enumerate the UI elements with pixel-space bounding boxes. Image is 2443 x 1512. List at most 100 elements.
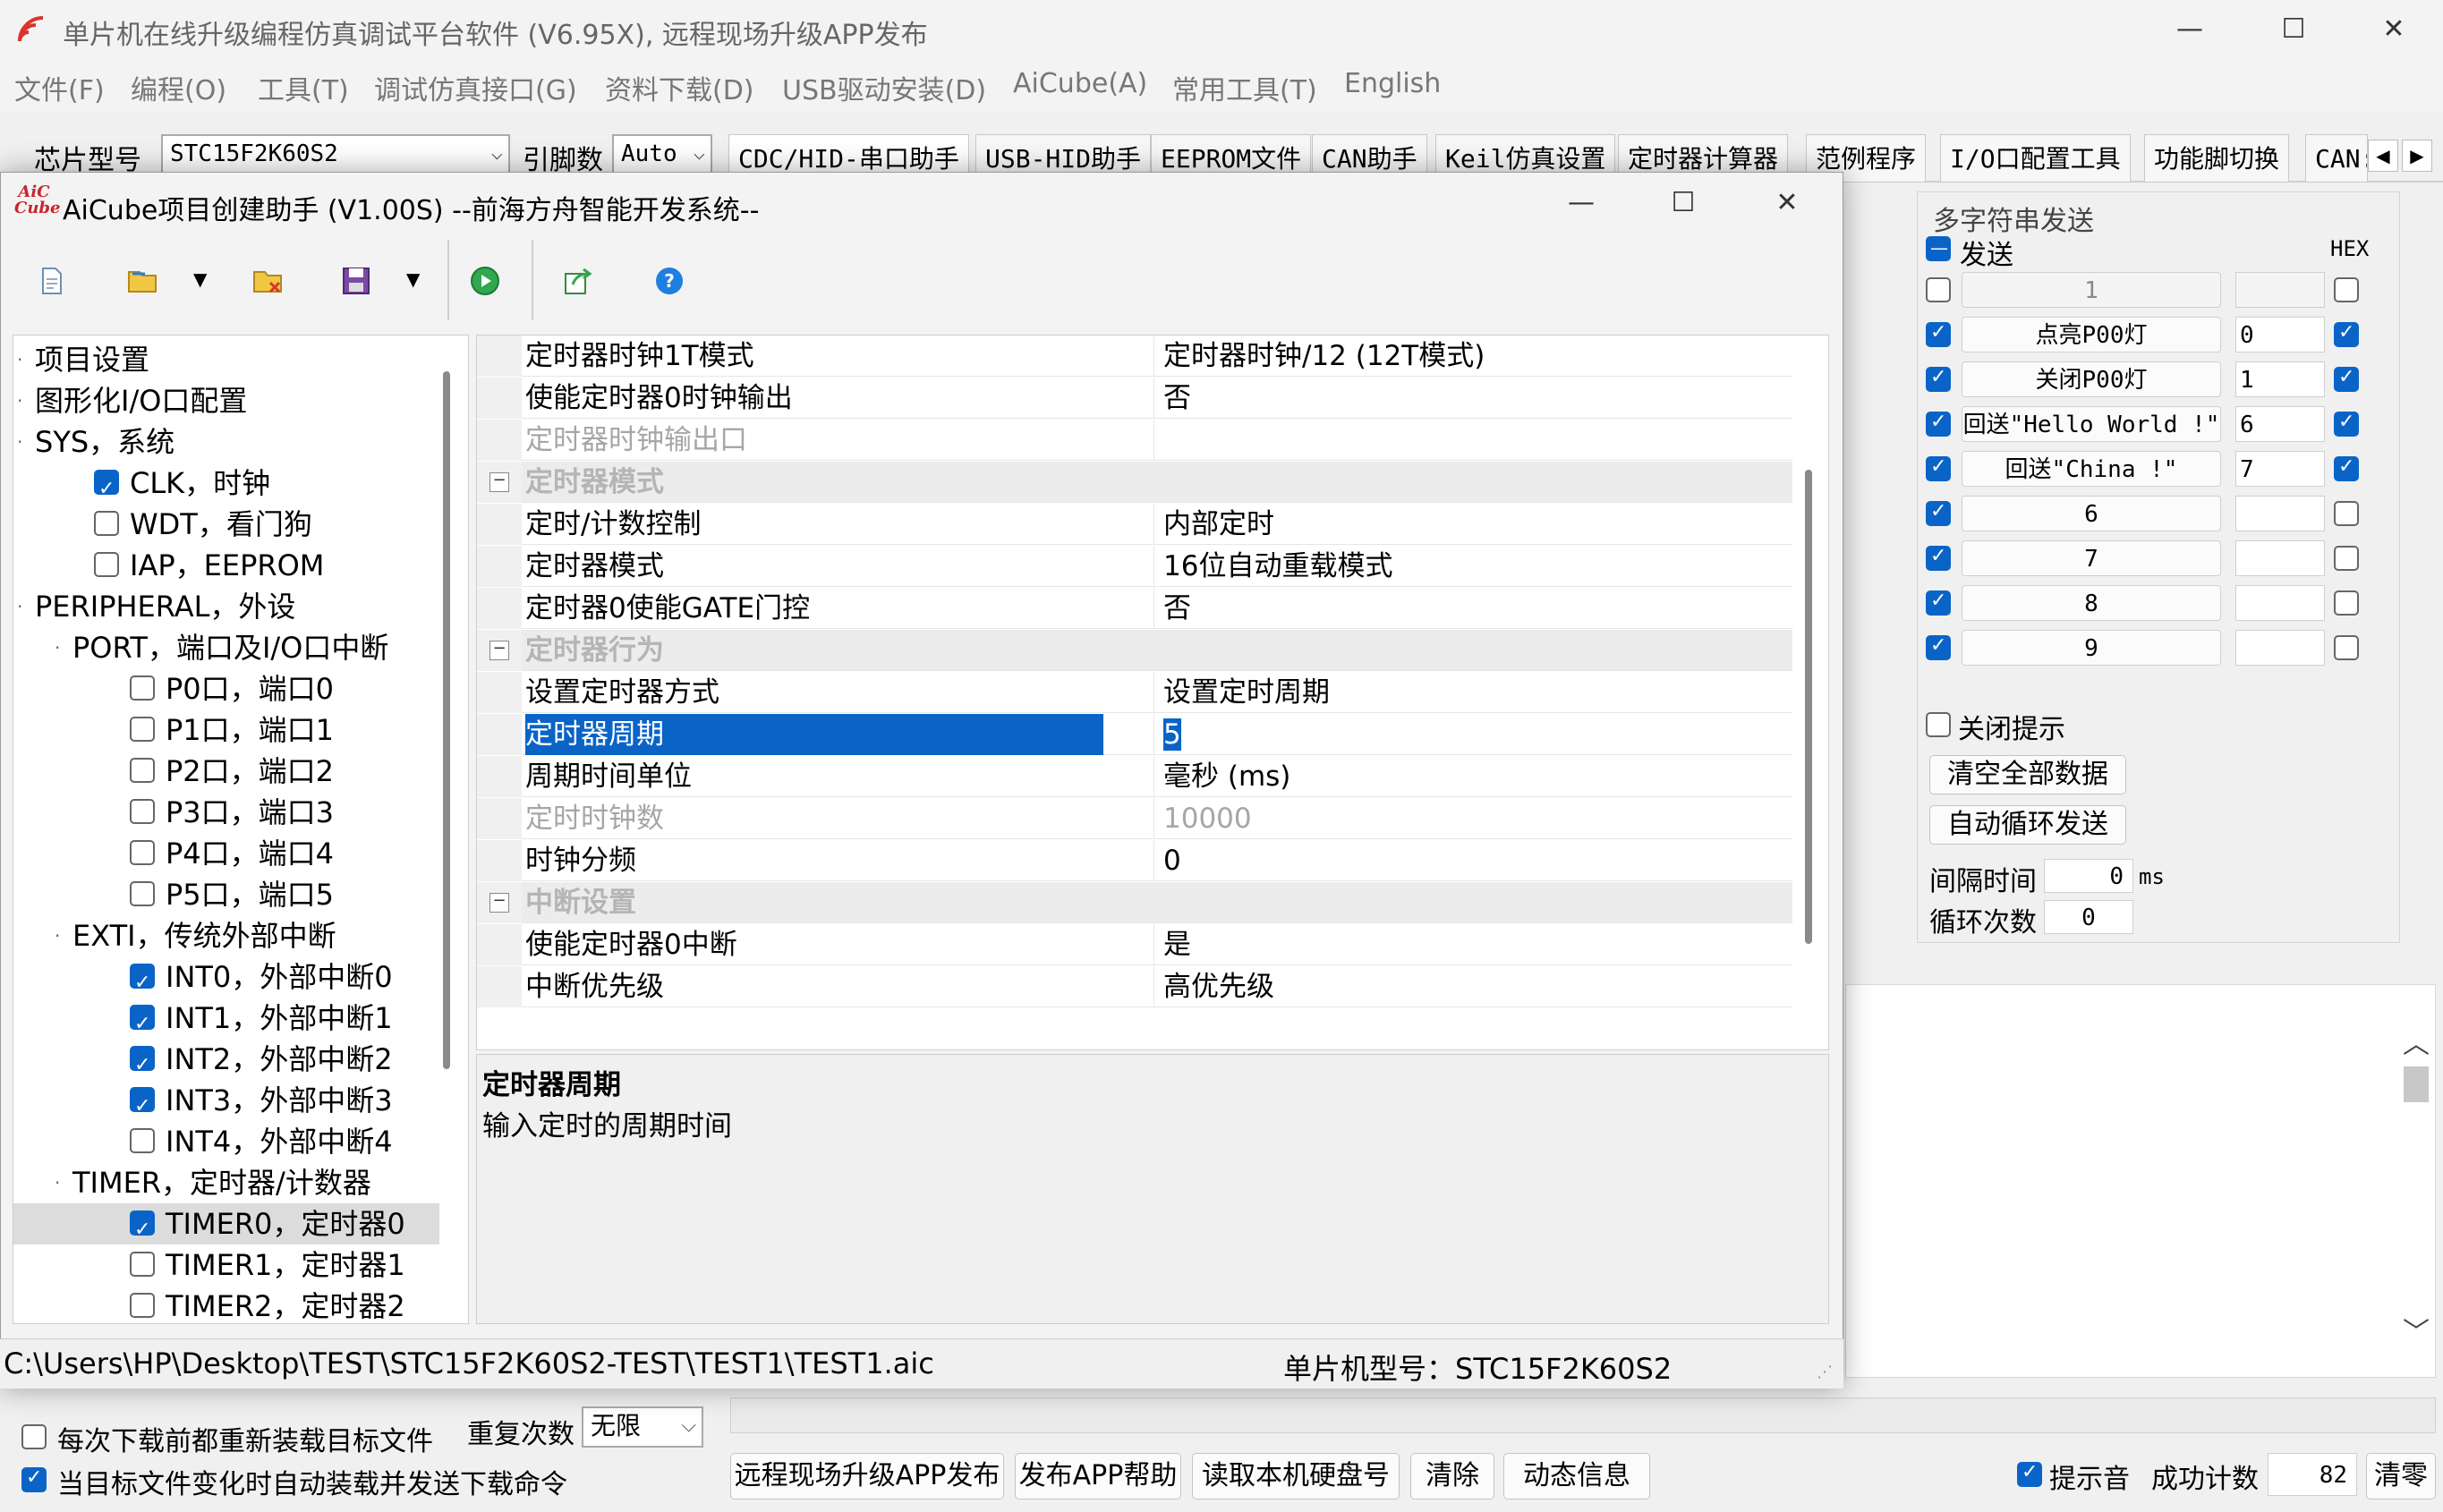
repeat-count-select[interactable]: 无限 ⌵ (582, 1406, 703, 1448)
tree-node[interactable]: INT3，外部中断3 (13, 1080, 439, 1127)
publish-app-help-button[interactable]: 发布APP帮助 (1015, 1453, 1181, 1499)
receive-scroll-down-icon[interactable]: ﹀ (2400, 1310, 2432, 1348)
pin-count-select[interactable]: Auto ⌵ (612, 134, 712, 174)
tree-expander-icon[interactable]: · (55, 1162, 60, 1203)
dialog-minimize-button[interactable]: — (1541, 181, 1622, 225)
tree-expander-icon[interactable]: · (55, 915, 60, 956)
property-value-cell[interactable]: 内部定时 (1153, 504, 1790, 545)
collapse-icon[interactable]: − (489, 472, 509, 492)
tree-node-checkbox[interactable] (130, 881, 155, 906)
tree-node[interactable]: INT2，外部中断2 (13, 1039, 439, 1086)
property-value-cell[interactable]: 高优先级 (1153, 966, 1790, 1007)
tree-node[interactable]: INT1，外部中断1 (13, 998, 439, 1045)
collapse-icon[interactable]: − (489, 641, 509, 660)
send-string-value[interactable] (2235, 496, 2325, 531)
tree-node[interactable]: IAP，EEPROM (13, 545, 439, 586)
property-scrollbar[interactable] (1805, 470, 1812, 944)
tree-node-checkbox[interactable] (94, 511, 119, 536)
tree-node[interactable]: INT0，外部中断0 (13, 956, 439, 1004)
save-dropdown-chevron-icon[interactable]: ▼ (406, 268, 420, 290)
property-value-cell[interactable]: 0 (1153, 840, 1790, 881)
tree-node-checkbox[interactable] (130, 1045, 155, 1086)
tree-node-checkbox[interactable] (130, 799, 155, 824)
send-string-value[interactable]: 0 (2235, 317, 2325, 353)
property-row[interactable]: 设置定时器方式 设置定时周期 (477, 672, 1792, 713)
tab-can-more[interactable]: CAN: (2305, 134, 2368, 183)
auto-loop-send-button[interactable]: 自动循环发送 (1929, 805, 2126, 845)
send-string-button[interactable]: 回送"Hello World !" (1962, 406, 2221, 442)
send-row-checkbox[interactable] (1926, 411, 1951, 437)
send-row-checkbox[interactable] (1926, 590, 1951, 616)
receive-scroll-thumb[interactable] (2404, 1066, 2429, 1102)
hex-checkbox[interactable] (2334, 455, 2359, 481)
tree-expander-icon[interactable]: · (55, 627, 60, 668)
menu-file[interactable]: 文件(F) (14, 68, 105, 107)
property-value[interactable]: 内部定时 (1163, 508, 1274, 540)
hex-checkbox[interactable] (2334, 277, 2359, 302)
interval-input[interactable]: 0 (2044, 859, 2133, 893)
property-grid[interactable]: 定时器时钟1T模式 定时器时钟/12 (12T模式) 使能定时器0时钟输出否定时器时… (476, 335, 1829, 1050)
open-folder-icon[interactable] (125, 265, 161, 297)
tree-node[interactable]: · PORT，端口及I/O口中断 (13, 627, 439, 668)
property-row[interactable]: 使能定时器0中断 是 (477, 924, 1792, 965)
maximize-button[interactable]: ☐ (2253, 7, 2334, 52)
send-string-button[interactable]: 1 (1962, 272, 2221, 308)
tree-expander-icon[interactable]: · (17, 586, 22, 627)
tree-scrollbar[interactable] (443, 371, 450, 1069)
hex-checkbox[interactable] (2334, 411, 2359, 437)
hex-checkbox[interactable] (2334, 501, 2359, 526)
tree-node[interactable]: · 项目设置 (13, 339, 439, 380)
tree-node[interactable]: · TIMER，定时器/计数器 (13, 1162, 439, 1203)
tree-node-checkbox[interactable] (130, 675, 155, 701)
property-row[interactable]: 中断优先级 高优先级 (477, 966, 1792, 1007)
export-icon[interactable] (562, 265, 594, 297)
tree-expander-icon[interactable]: · (17, 380, 22, 421)
tree-expander-icon[interactable]: · (17, 339, 22, 380)
project-tree[interactable]: · 项目设置 · 图形化I/O口配置 · SYS，系统 CLK，时钟 WDT，看门狗 IAP，E… (13, 335, 469, 1324)
tree-node[interactable]: WDT，看门狗 (13, 504, 439, 545)
property-value-cell[interactable]: 定时器时钟/12 (12T模式) (1153, 336, 1790, 377)
property-row[interactable]: 定时时钟数 10000 (477, 798, 1792, 839)
property-row[interactable]: 定时/计数控制 内部定时 (477, 504, 1792, 545)
send-row-checkbox[interactable] (1926, 366, 1951, 392)
close-button[interactable]: ✕ (2354, 7, 2434, 52)
run-icon[interactable] (469, 265, 501, 297)
tree-expander-icon[interactable]: · (17, 421, 22, 463)
dialog-maximize-button[interactable]: ☐ (1643, 181, 1724, 225)
hex-checkbox[interactable] (2334, 635, 2359, 660)
property-value-cell[interactable]: 否 (1153, 378, 1790, 419)
chip-model-select[interactable]: STC15F2K60S2 ⌵ (161, 134, 510, 174)
hex-checkbox[interactable] (2334, 366, 2359, 392)
send-string-value[interactable] (2235, 272, 2325, 308)
receive-scroll-up-icon[interactable]: ︿ (2400, 1022, 2432, 1060)
publish-app-button[interactable]: 远程现场升级APP发布 (730, 1453, 1004, 1499)
send-row-checkbox[interactable] (1926, 500, 1951, 526)
menu-aicube[interactable]: AiCube(A) (1013, 68, 1147, 99)
tree-node[interactable]: P1口，端口1 (13, 709, 439, 751)
tree-node-checkbox[interactable] (94, 469, 119, 510)
send-row-checkbox[interactable] (1926, 634, 1951, 660)
tree-node[interactable]: TIMER2，定时器2 (13, 1286, 439, 1323)
send-string-value[interactable]: 7 (2235, 451, 2325, 487)
clear-all-button[interactable]: 清空全部数据 (1929, 755, 2126, 794)
close-folder-icon[interactable] (251, 265, 286, 297)
tree-node-checkbox[interactable] (130, 1210, 155, 1251)
send-string-value[interactable] (2235, 630, 2325, 666)
send-string-button[interactable]: 8 (1962, 585, 2221, 621)
tree-node[interactable]: P2口，端口2 (13, 751, 439, 792)
send-string-value[interactable] (2235, 540, 2325, 576)
property-value[interactable]: 5 (1163, 718, 1181, 751)
tree-node[interactable]: · EXTI，传统外部中断 (13, 915, 439, 956)
tree-node[interactable]: TIMER0，定时器0 (13, 1203, 439, 1251)
tree-node-checkbox[interactable] (130, 1004, 155, 1045)
property-row[interactable]: 使能定时器0时钟输出 否 (477, 378, 1792, 419)
dialog-close-button[interactable]: ✕ (1747, 181, 1827, 225)
reset-count-button[interactable]: 清零 (2366, 1453, 2436, 1499)
hex-checkbox[interactable] (2334, 590, 2359, 616)
close-hint-checkbox[interactable] (1926, 712, 1951, 737)
property-row[interactable]: 周期时间单位 毫秒 (ms) (477, 756, 1792, 797)
menu-program[interactable]: 编程(O) (131, 68, 226, 107)
hex-checkbox[interactable] (2334, 321, 2359, 347)
tree-node[interactable]: P5口，端口5 (13, 874, 439, 915)
sound-checkbox[interactable] (2017, 1461, 2042, 1487)
